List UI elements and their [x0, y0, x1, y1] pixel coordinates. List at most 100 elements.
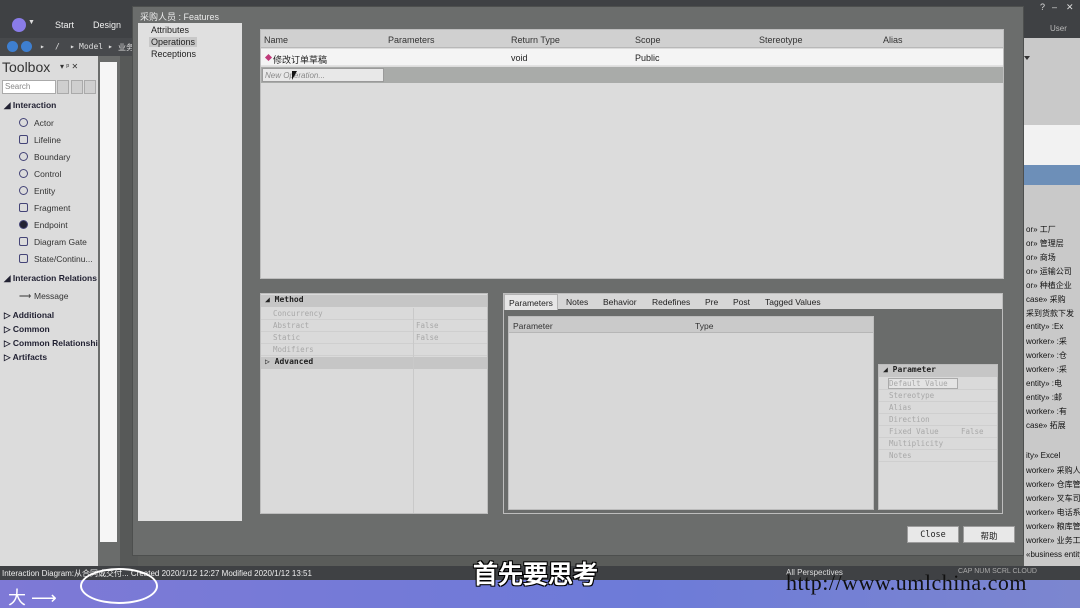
browser-item[interactable]: worker» :采	[1026, 336, 1067, 347]
toolbox-item-entity[interactable]: Entity	[34, 186, 55, 196]
tab-pre[interactable]: Pre	[705, 297, 718, 307]
nav-operations[interactable]: Operations	[149, 37, 198, 47]
toolbox-item-control[interactable]: Control	[34, 169, 61, 179]
toolbox-item-actor[interactable]: Actor	[34, 118, 54, 128]
col-return-type[interactable]: Return Type	[511, 35, 560, 45]
browser-item[interactable]: entity» :邮	[1026, 392, 1062, 403]
col-alias[interactable]: Alias	[883, 35, 903, 45]
property-row[interactable]: Static False	[261, 332, 487, 344]
tab-notes[interactable]: Notes	[566, 297, 588, 307]
col-parameter[interactable]: Parameter	[513, 321, 553, 331]
browser-item[interactable]: worker» 采购人	[1026, 465, 1080, 476]
user-name[interactable]: User	[1050, 24, 1067, 33]
section-parameter[interactable]: ◢ Parameter	[879, 365, 997, 377]
menu-start[interactable]: Start	[55, 20, 74, 30]
property-row[interactable]: Alias	[879, 402, 997, 414]
toolbox-search-input[interactable]: Search	[2, 80, 56, 94]
nav-expand-icon[interactable]: ▸	[40, 42, 45, 51]
toolbox-group-additional[interactable]: ▷ Additional	[4, 310, 54, 321]
browser-item[interactable]: or» 种植企业	[1026, 280, 1072, 291]
row-name[interactable]: 修改订单草稿	[273, 53, 327, 66]
col-name[interactable]: Name	[264, 35, 288, 45]
property-row[interactable]: Default Value	[879, 378, 997, 390]
browser-item[interactable]: worker» 仓库管	[1026, 479, 1080, 490]
toolbox-item-endpoint[interactable]: Endpoint	[34, 220, 68, 230]
toolbox-menu-icon[interactable]	[84, 80, 96, 94]
browser-item[interactable]: or» 管理层	[1026, 238, 1064, 249]
toolbox-item-boundary[interactable]: Boundary	[34, 152, 70, 162]
property-row[interactable]: Notes	[879, 450, 997, 462]
app-logo-icon[interactable]	[12, 18, 26, 32]
browser-item[interactable]: worker» 电话系	[1026, 507, 1080, 518]
browser-item[interactable]: or» 工厂	[1026, 224, 1056, 235]
browser-item[interactable]: worker» :采	[1026, 364, 1067, 375]
toolbox-group-interaction-relations[interactable]: ◢ Interaction Relations	[4, 273, 97, 284]
toolbox-options-icon[interactable]	[71, 80, 83, 94]
nav-model[interactable]: Model	[79, 42, 103, 51]
tab-post[interactable]: Post	[733, 297, 750, 307]
toolbox-group-common-relationships[interactable]: ▷ Common Relationshi	[4, 338, 98, 349]
browser-item[interactable]: worker» 业务工	[1026, 535, 1080, 546]
property-row[interactable]: Fixed Value False	[879, 426, 997, 438]
minimize-button[interactable]: –	[1052, 2, 1057, 12]
section-advanced[interactable]: ▷ Advanced	[261, 357, 487, 369]
browser-item[interactable]: case» 采购	[1026, 294, 1066, 305]
chevron-down-icon[interactable]	[1024, 56, 1030, 62]
nav-root[interactable]: /	[55, 42, 60, 51]
browser-item[interactable]: worker» :有	[1026, 406, 1067, 417]
browser-item[interactable]: worker» :仓	[1026, 350, 1067, 361]
browser-item[interactable]: or» 运输公司	[1026, 266, 1072, 277]
property-row[interactable]: Multiplicity	[879, 438, 997, 450]
nav-receptions[interactable]: Receptions	[151, 49, 196, 59]
menu-design[interactable]: Design	[93, 20, 121, 30]
col-scope[interactable]: Scope	[635, 35, 661, 45]
tab-parameters[interactable]: Parameters	[504, 294, 558, 310]
help-dialog-button[interactable]: 帮助	[963, 526, 1015, 543]
property-row[interactable]: Concurrency	[261, 308, 487, 320]
toolbox-item-lifeline[interactable]: Lifeline	[34, 135, 61, 145]
new-operation-input[interactable]: New Operation...	[262, 68, 384, 82]
col-type[interactable]: Type	[695, 321, 713, 331]
tab-redefines[interactable]: Redefines	[652, 297, 690, 307]
quick-access-chevron-down-icon[interactable]: ▼	[28, 19, 35, 26]
toolbox-item-diagram-gate[interactable]: Diagram Gate	[34, 237, 87, 247]
section-method[interactable]: ◢ Method	[261, 295, 487, 307]
toolbox-item-state-continuation[interactable]: State/Continu...	[34, 254, 93, 264]
browser-item[interactable]: entity» :电	[1026, 378, 1062, 389]
toolbox-item-message[interactable]: Message	[34, 291, 69, 301]
tab-behavior[interactable]: Behavior	[603, 297, 637, 307]
browser-item[interactable]: or» 商场	[1026, 252, 1056, 263]
browser-item[interactable]: «business entity» 业务实	[1026, 549, 1080, 560]
nav-attributes[interactable]: Attributes	[151, 25, 189, 35]
close-window-button[interactable]: ✕	[1066, 2, 1074, 13]
row-scope[interactable]: Public	[635, 53, 660, 63]
browser-item[interactable]: ity» Excel	[1026, 451, 1060, 460]
property-row[interactable]: Stereotype	[879, 390, 997, 402]
property-row[interactable]: Direction	[879, 414, 997, 426]
toolbox-window-controls[interactable]: ▾ ᵖ ✕	[60, 62, 78, 71]
browser-item[interactable]: entity» :Ex	[1026, 322, 1063, 331]
toolbox-group-artifacts[interactable]: ▷ Artifacts	[4, 352, 47, 363]
col-stereotype[interactable]: Stereotype	[759, 35, 803, 45]
col-parameters[interactable]: Parameters	[388, 35, 435, 45]
property-row[interactable]: Modifiers	[261, 344, 487, 356]
tab-tagged-values[interactable]: Tagged Values	[765, 297, 821, 307]
back-icon[interactable]	[7, 41, 18, 52]
forward-icon[interactable]	[21, 41, 32, 52]
property-row[interactable]: Abstract False	[261, 320, 487, 332]
prop-fixed-value[interactable]: False	[961, 427, 984, 436]
row-return-type[interactable]: void	[511, 53, 528, 63]
browser-item[interactable]: worker» 叉车司	[1026, 493, 1080, 504]
browser-item[interactable]: case» 拓展	[1026, 420, 1066, 431]
help-button[interactable]: ?	[1040, 2, 1045, 12]
browser-item[interactable]: 采到货款下发	[1026, 308, 1074, 319]
toolbox-group-interaction[interactable]: ◢ Interaction	[4, 100, 56, 111]
table-row[interactable]: 修改订单草稿 void Public	[261, 49, 1003, 66]
prop-abstract-value[interactable]: False	[416, 321, 439, 330]
toolbox-group-common[interactable]: ▷ Common	[4, 324, 50, 335]
close-button[interactable]: Close	[907, 526, 959, 543]
browser-item[interactable]: worker» 粮库管	[1026, 521, 1080, 532]
prop-static-value[interactable]: False	[416, 333, 439, 342]
toolbox-item-fragment[interactable]: Fragment	[34, 203, 70, 213]
search-icon[interactable]	[57, 80, 69, 94]
